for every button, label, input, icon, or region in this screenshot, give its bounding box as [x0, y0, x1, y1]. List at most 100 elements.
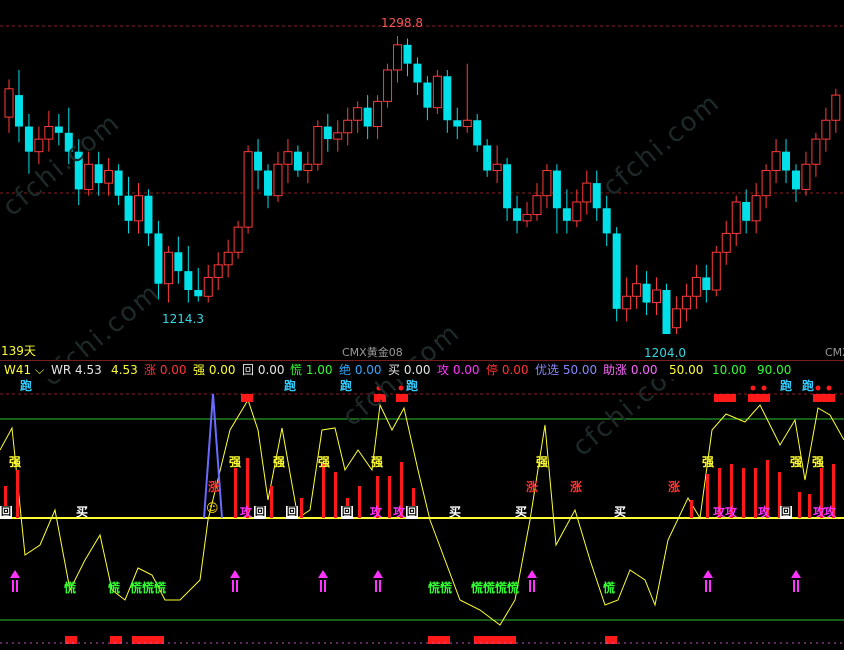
- up-arrow-stem: [320, 580, 322, 592]
- up-arrow-stem: [797, 580, 799, 592]
- candle-body-down: [174, 252, 183, 272]
- candle-body-up: [751, 195, 761, 222]
- up-arrow-stem: [793, 580, 795, 592]
- candle-body-down: [94, 164, 103, 184]
- candle-body-up: [681, 295, 691, 310]
- indicator-selector[interactable]: W41 ⌵: [4, 363, 44, 377]
- candle-body-up: [622, 295, 632, 310]
- rise-signal: 涨: [668, 480, 681, 494]
- rise-signal: 涨: [570, 480, 583, 494]
- run-signal: 跑: [780, 379, 793, 393]
- red-dot: [761, 385, 767, 391]
- red-dot: [750, 385, 756, 391]
- strong-signal: 强: [812, 455, 825, 469]
- candle-body-up: [313, 126, 323, 165]
- candle-body-up: [542, 170, 552, 197]
- signal-bar: [808, 494, 811, 518]
- candle-body-down: [513, 208, 522, 221]
- red-dot: [826, 385, 832, 391]
- candle-body-up: [771, 151, 781, 172]
- candle-body-up: [711, 251, 721, 291]
- back-signal: 回: [254, 506, 266, 519]
- attack-signal: 攻: [725, 505, 738, 519]
- buy-signal: 买: [614, 505, 627, 519]
- hdr-item-7: 买 0.00: [388, 363, 431, 377]
- up-arrow-stem: [705, 580, 707, 592]
- signal-bar: [270, 486, 273, 518]
- panic-signal: 慌慌: [428, 581, 453, 595]
- indicator-selector-label: W41: [4, 363, 32, 377]
- candle-body-up: [811, 138, 821, 165]
- red-block: [813, 394, 835, 402]
- run-signal: 跑: [802, 379, 815, 393]
- high-price-label: 1298.8: [381, 16, 423, 30]
- candle-body-up: [273, 163, 283, 197]
- candle-body-up: [691, 276, 701, 297]
- candle-body-down: [54, 126, 63, 133]
- attack-signal: 攻: [240, 505, 253, 519]
- buy-signal: 买: [449, 505, 462, 519]
- candle-body-down: [612, 233, 621, 309]
- candle-body-down: [403, 44, 412, 64]
- strong-signal: 强: [273, 455, 286, 469]
- attack-signal: 攻: [713, 505, 726, 519]
- candle-body-down: [662, 289, 671, 334]
- back-signal: 回: [286, 506, 298, 519]
- candle-body-down: [363, 107, 372, 127]
- up-arrow-stem: [16, 580, 18, 592]
- hdr-item-6: 绝 0.00: [339, 363, 382, 377]
- bottom-red-block: [132, 636, 164, 644]
- candle-body-down: [293, 151, 302, 171]
- candle-body-down: [154, 233, 163, 284]
- signal-bar: [358, 486, 361, 518]
- candle-body-up: [84, 163, 94, 190]
- back-signal: 回: [0, 506, 12, 519]
- up-arrow-stem: [232, 580, 234, 592]
- strong-signal: 强: [790, 455, 803, 469]
- up-arrow-stem: [236, 580, 238, 592]
- hdr-item-14: 90.00: [757, 363, 792, 377]
- candle-body-up: [383, 69, 393, 102]
- up-arrow-stem: [379, 580, 381, 592]
- up-arrow-stem: [533, 580, 535, 592]
- up-arrow-icon: [230, 570, 240, 578]
- run-signal: 跑: [20, 379, 33, 393]
- candle-body-down: [602, 208, 611, 234]
- run-signal: 跑: [340, 379, 353, 393]
- strong-signal: 强: [536, 455, 549, 469]
- candle-body-down: [592, 183, 601, 209]
- hdr-item-4: 回 0.00: [242, 363, 285, 377]
- rise-signal: 涨: [208, 480, 221, 494]
- strong-signal: 强: [371, 455, 384, 469]
- signal-bar: [234, 468, 237, 518]
- candle-body-down: [254, 151, 263, 171]
- hdr-item-5: 慌 1.00: [290, 363, 333, 377]
- candle-body-up: [652, 289, 662, 304]
- candle-body-up: [522, 214, 532, 222]
- candle-body-down: [791, 170, 800, 190]
- low-price-label-left: 1214.3: [162, 312, 204, 326]
- chevron-down-icon[interactable]: ⌵: [31, 363, 44, 377]
- indicator-header: W41 ⌵ WR 4.53 4.53 涨 0.00 强 0.00 回 0.00 …: [0, 360, 844, 379]
- candle-body-up: [203, 276, 213, 297]
- candle-body-down: [144, 195, 153, 234]
- red-block: [714, 394, 736, 402]
- candle-body-up: [243, 151, 253, 228]
- up-arrow-icon: [791, 570, 801, 578]
- candle-body-down: [453, 120, 462, 127]
- candle-body-up: [582, 182, 592, 203]
- hdr-item-13: 10.00: [712, 363, 747, 377]
- candle-body-up: [671, 308, 681, 329]
- chart-stage[interactable]: cfchi.com cfchi.com cfchi.com cfchi.com …: [0, 0, 844, 646]
- attack-signal: 攻: [758, 505, 771, 519]
- panic-signal: 慌: [108, 581, 121, 595]
- run-signal: 跑: [406, 379, 419, 393]
- candle-body-down: [642, 283, 651, 303]
- signal-bar: [300, 498, 303, 518]
- candle-body-down: [562, 208, 571, 221]
- run-signal: 跑: [284, 379, 297, 393]
- signal-bar: [16, 470, 19, 518]
- hdr-item-10: 优选 50.00: [535, 363, 598, 377]
- candle-body-down: [473, 120, 482, 146]
- attack-signal: 攻: [370, 505, 383, 519]
